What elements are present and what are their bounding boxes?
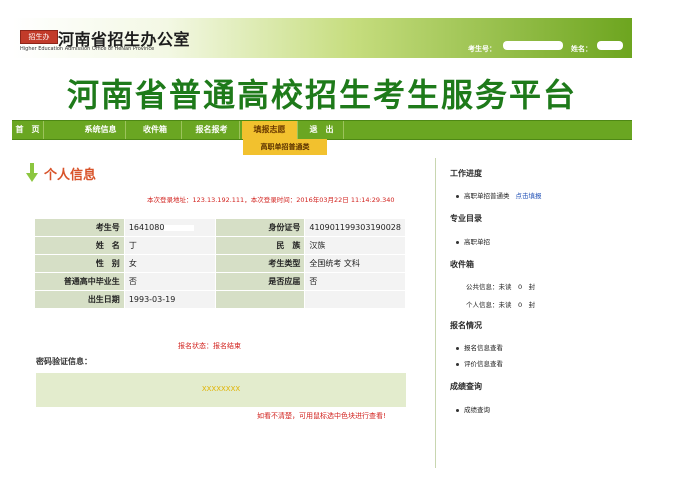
sidebar-item-label[interactable]: 成绩查询 [464, 406, 490, 414]
banner: 河南省普通高校招生考生服务平台 [12, 58, 632, 120]
cell-value: 丁 [124, 237, 215, 254]
cell-value: 1641080 [124, 219, 215, 236]
sidebar-item-public-messages[interactable]: 公共信息：未读 0 封 [466, 281, 535, 291]
personal-info-table: 考生号 1641080 身份证号 410901199303190028 姓 名 … [34, 218, 406, 309]
cell-label: 性 别 [35, 255, 124, 272]
nav-home[interactable]: 首 页 [12, 121, 44, 139]
candidate-number-label: 考生号： [468, 45, 496, 53]
platform-title: 河南省普通高校招生考生服务平台 [66, 76, 577, 114]
table-row: 考生号 1641080 身份证号 410901199303190028 [35, 219, 405, 236]
candidate-name-value [597, 41, 623, 50]
masked-value [164, 224, 195, 231]
cell-value: 410901199303190028 [305, 219, 405, 236]
sidebar-item-registration-view[interactable]: 报名信息查看 [456, 342, 503, 352]
cell-label: 考生号 [35, 219, 124, 236]
login-info: 本次登录地址：123.13.192.111，本次登录时间：2016年03月22日… [147, 196, 395, 204]
cell-value: 否 [124, 273, 215, 290]
table-row: 姓 名 丁 民 族 汉族 [35, 237, 405, 254]
sidebar-heading-scores: 成绩查询 [450, 382, 482, 391]
cell-value: 全国统考 文科 [305, 255, 405, 272]
nav-registration[interactable]: 报名报考 [184, 121, 240, 139]
bullet-icon [456, 346, 459, 350]
nav-logout[interactable]: 退 出 [300, 121, 344, 139]
password-hint: 如看不清楚，可用鼠标选中色块进行查看! [257, 412, 386, 420]
sidebar-heading-inbox: 收件箱 [450, 260, 474, 269]
down-arrow-icon [26, 163, 38, 182]
sidebar-item-label[interactable]: 高职单招 [464, 238, 490, 246]
logo-icon: 招生办 [20, 30, 58, 44]
cell-value: 1993-03-19 [124, 291, 215, 308]
cell-value: 女 [124, 255, 215, 272]
cell-label [215, 291, 305, 308]
table-row: 出生日期 1993-03-19 [35, 291, 405, 308]
sidebar-item-label: 高职单招普通类 [464, 192, 510, 200]
cell-value: 否 [305, 273, 405, 290]
bullet-icon [456, 408, 459, 412]
cell-value-text: 1641080 [128, 223, 165, 232]
bullet-icon [456, 362, 459, 366]
sidebar-item-label[interactable]: 评价信息查看 [464, 360, 503, 368]
subnav-vocational-regular[interactable]: 高职单招普通类 [243, 139, 327, 155]
sidebar-heading-registration: 报名情况 [450, 321, 482, 330]
fill-in-link[interactable]: 点击填报 [516, 192, 542, 200]
enroll-status: 报名状态：报名结束 [178, 342, 241, 350]
bullet-icon [456, 194, 459, 198]
candidate-number-value [503, 41, 563, 50]
table-row: 普通高中毕业生 否 是否应届 否 [35, 273, 405, 290]
nav-system-info[interactable]: 系统信息 [76, 121, 126, 139]
sidebar-item-personal-messages[interactable]: 个人信息：未读 0 封 [466, 299, 535, 309]
sidebar-divider [435, 158, 436, 468]
sidebar-item-evaluation-view[interactable]: 评价信息查看 [456, 358, 503, 368]
cell-label: 考生类型 [215, 255, 305, 272]
sidebar-item-label[interactable]: 报名信息查看 [464, 344, 503, 352]
office-english-title: Higher Education Admission Office of HeN… [20, 46, 155, 52]
main-nav: 首 页 系统信息 收件箱 报名报考 填报志愿 退 出 [12, 120, 632, 140]
cell-label: 姓 名 [35, 237, 124, 254]
password-color-block[interactable]: XXXXXXXX [36, 373, 406, 407]
password-code[interactable]: XXXXXXXX [36, 385, 406, 393]
cell-value: 汉族 [305, 237, 405, 254]
nav-application[interactable]: 填报志愿 [242, 121, 298, 139]
sidebar-item-score-query[interactable]: 成绩查询 [456, 404, 490, 414]
cell-label: 民 族 [215, 237, 305, 254]
sidebar-heading-progress: 工作进度 [450, 169, 482, 178]
section-title: 个人信息 [44, 168, 97, 183]
nav-inbox[interactable]: 收件箱 [129, 121, 182, 139]
sidebar-item-vocational[interactable]: 高职单招 [456, 236, 490, 246]
sidebar-heading-catalog: 专业目录 [450, 214, 482, 223]
candidate-name-label: 姓名： [571, 45, 592, 53]
cell-label: 出生日期 [35, 291, 124, 308]
sidebar-item-progress: 高职单招普通类 点击填报 [456, 190, 542, 200]
cell-label: 是否应届 [215, 273, 305, 290]
cell-label: 身份证号 [215, 219, 305, 236]
cell-value [305, 291, 405, 308]
password-verify-label: 密码验证信息： [36, 357, 92, 366]
cell-label: 普通高中毕业生 [35, 273, 124, 290]
bullet-icon [456, 240, 459, 244]
table-row: 性 别 女 考生类型 全国统考 文科 [35, 255, 405, 272]
